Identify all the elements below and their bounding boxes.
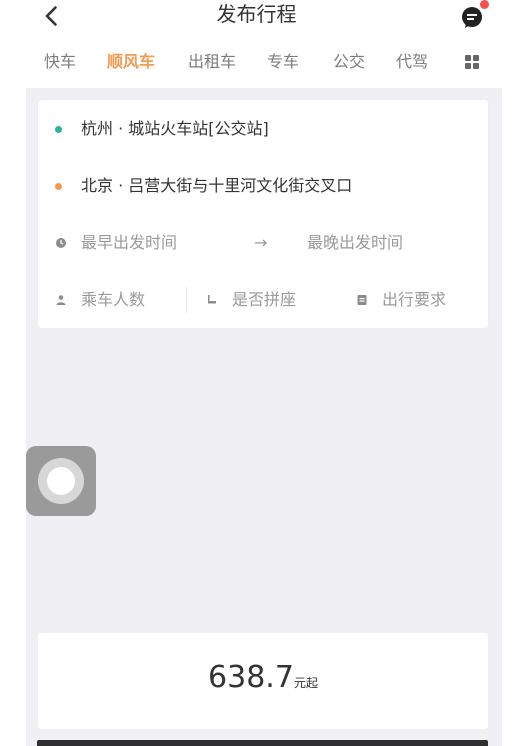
arrow-icon: → [254, 233, 268, 252]
start-dot [55, 126, 62, 133]
price-value: 638.7 [208, 660, 294, 695]
tab-bar: 快车 顺风车 出租车 专车 公交 代驾 [0, 44, 513, 82]
time-row[interactable]: 最早出发时间 → 最晚出发时间 [38, 228, 488, 258]
earliest-time[interactable]: 最早出发时间 [81, 232, 177, 254]
end-row[interactable]: 北京 · 吕营大街与十里河文化街交叉口 [38, 171, 488, 201]
notification-badge [480, 0, 489, 9]
float-ring [38, 458, 84, 504]
divider [186, 287, 187, 313]
tab-shunfengche[interactable]: 顺风车 [107, 52, 155, 72]
carpool-option[interactable]: 是否拼座 [232, 289, 296, 311]
float-core [47, 467, 75, 495]
note-icon [357, 295, 367, 305]
end-dot [55, 183, 62, 190]
trip-requirements[interactable]: 出行要求 [382, 289, 446, 311]
top-bar: 发布行程 [0, 0, 513, 36]
tab-daijia[interactable]: 代驾 [396, 52, 428, 72]
price-suffix: 元起 [293, 676, 318, 690]
clock-icon [56, 238, 66, 248]
page-title: 发布行程 [216, 2, 297, 26]
tab-chuzuche[interactable]: 出租车 [188, 52, 236, 72]
latest-time[interactable]: 最晚出发时间 [307, 232, 403, 254]
seat-icon [208, 295, 216, 304]
bottom-bar [37, 740, 488, 746]
route-card: 杭州 · 城站火车站[公交站] 北京 · 吕营大街与十里河文化街交叉口 最早出发… [38, 100, 488, 328]
tab-kuaiche[interactable]: 快车 [44, 52, 76, 72]
options-row: 乘车人数 是否拼座 出行要求 [38, 285, 488, 315]
start-row[interactable]: 杭州 · 城站火车站[公交站] [38, 114, 488, 144]
end-location: 北京 · 吕营大街与十里河文化街交叉口 [81, 176, 353, 195]
price-card: 638.7元起 [38, 633, 488, 729]
floating-assist-button[interactable] [26, 446, 96, 516]
tab-zhuanche[interactable]: 专车 [267, 52, 299, 72]
tab-gongjiao[interactable]: 公交 [333, 52, 365, 72]
start-location: 杭州 · 城站火车站[公交站] [81, 119, 269, 138]
person-icon [56, 295, 66, 305]
price-display: 638.7元起 [38, 661, 488, 695]
passenger-count[interactable]: 乘车人数 [81, 289, 145, 311]
grid-icon[interactable] [464, 54, 480, 70]
